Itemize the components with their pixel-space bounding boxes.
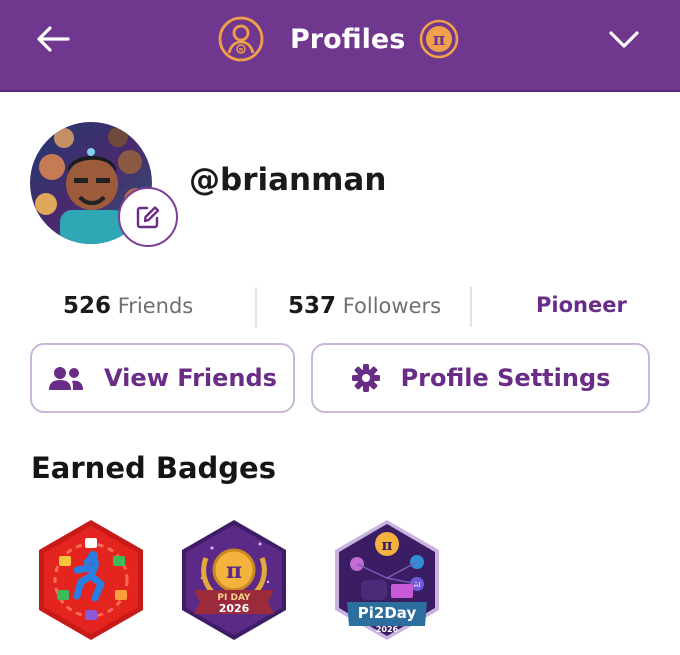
profile-settings-label: Profile Settings — [400, 364, 611, 392]
view-friends-label: View Friends — [104, 364, 277, 392]
profile-circle-icon: π — [218, 16, 264, 62]
friends-stat[interactable]: 526 Friends — [63, 293, 193, 319]
chevron-down-icon — [609, 31, 639, 48]
username: @brianman — [189, 162, 387, 198]
edit-pencil-icon — [136, 206, 160, 229]
stat-divider — [470, 287, 472, 327]
friends-count: 526 — [63, 293, 112, 319]
page-title: Profiles — [290, 23, 406, 55]
earned-badges-title: Earned Badges — [31, 451, 276, 485]
pi-day-2026-badge[interactable]: π PI DAY 2026 — [172, 518, 296, 642]
gear-icon — [351, 364, 380, 392]
followers-stat[interactable]: 537 Followers — [288, 293, 441, 319]
badge-year: 2026 — [376, 625, 399, 634]
friends-label: Friends — [117, 294, 194, 318]
badge-label: Pi2Day — [358, 604, 417, 622]
view-friends-button[interactable]: View Friends — [30, 343, 295, 413]
edit-avatar-button[interactable] — [118, 187, 178, 247]
svg-text:π: π — [226, 558, 242, 584]
profile-stats: 526 Friends 537 Followers Pioneer — [0, 287, 680, 329]
back-arrow-icon — [37, 26, 70, 52]
followers-count: 537 — [288, 293, 337, 319]
followers-label: Followers — [342, 294, 442, 318]
pi2day-2026-badge[interactable]: π AI Pi2Day 2026 — [325, 518, 449, 642]
svg-text:π: π — [239, 47, 244, 54]
back-button[interactable] — [34, 24, 74, 54]
profile-settings-button[interactable]: Profile Settings — [311, 343, 650, 413]
svg-text:π: π — [382, 536, 393, 554]
menu-toggle-button[interactable] — [608, 26, 640, 52]
badge-year: 2026 — [219, 602, 250, 615]
top-app-bar: π Profiles π — [0, 0, 680, 92]
svg-text:π: π — [433, 30, 445, 50]
people-icon — [49, 367, 84, 390]
app-activity-badge[interactable] — [29, 518, 153, 642]
role-label[interactable]: Pioneer — [536, 293, 627, 317]
svg-text:AI: AI — [414, 581, 421, 589]
stat-divider — [255, 287, 257, 327]
title-group: π Profiles π — [218, 14, 459, 64]
pi-coin-icon: π — [420, 19, 459, 59]
